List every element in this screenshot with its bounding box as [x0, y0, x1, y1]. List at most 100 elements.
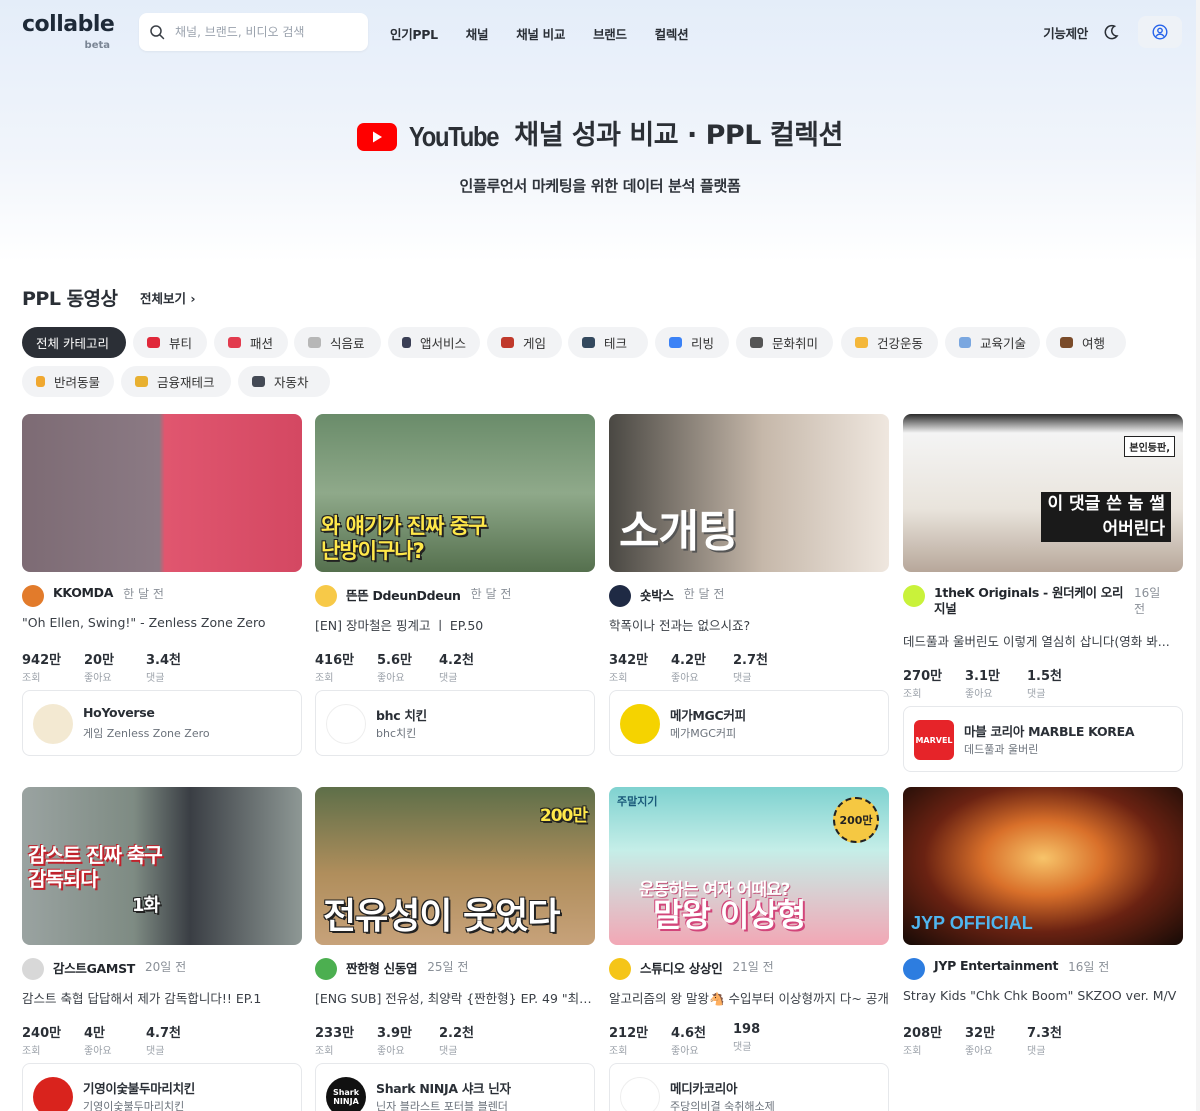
channel-name[interactable]: 감스트GAMST	[53, 958, 135, 977]
category-chip[interactable]: 금융재테크	[121, 366, 231, 397]
video-title[interactable]: 감스트 축협 답답해서 제가 감독합니다!! EP.1	[22, 988, 302, 1007]
stat-views: 416만 조회	[315, 649, 377, 684]
brand-logo	[620, 1077, 660, 1111]
video-thumbnail[interactable]: 감스트 진짜 축구 감독되다 1화	[22, 787, 302, 945]
likes-value: 5.6만	[377, 653, 412, 668]
category-label: 게임	[523, 336, 547, 351]
comments-value: 3.4천	[146, 653, 181, 668]
video-title[interactable]: 학폭이나 전과는 없으시죠?	[609, 615, 889, 634]
brand-card[interactable]: 기영이숯불두마리치킨 기영이숯불두마리치킨	[22, 1063, 302, 1111]
nav-brands[interactable]: 브랜드	[593, 24, 627, 43]
thumbnail-caption: JYP OFFICIAL	[911, 913, 1033, 933]
category-chip[interactable]: 앱서비스	[388, 327, 480, 358]
category-chip[interactable]: 뷰티	[133, 327, 207, 358]
video-stats: 942만 조회 20만 좋아요 3.4천 댓글	[22, 649, 208, 684]
video-thumbnail[interactable]: JYP OFFICIAL	[903, 787, 1183, 945]
category-icon	[582, 337, 595, 348]
video-thumbnail[interactable]: 주말지기 운동하는 여자 어때요? 말왕 이상형 200만	[609, 787, 889, 945]
views-label: 조회	[315, 1046, 334, 1057]
views-value: 342만	[609, 653, 649, 668]
category-chip[interactable]: 문화취미	[736, 327, 833, 358]
likes-value: 20만	[84, 653, 115, 668]
dark-mode-icon[interactable]	[1102, 23, 1120, 41]
stat-views: 208만 조회	[903, 1022, 965, 1057]
brand-logo: MARVEL	[914, 720, 954, 760]
search-input[interactable]	[175, 13, 360, 51]
stat-views: 233만 조회	[315, 1022, 377, 1057]
section-title: PPL 동영상	[22, 288, 118, 310]
brand-card[interactable]: bhc 치킨 bhc치킨	[315, 690, 595, 756]
video-title[interactable]: 데드풀과 울버린도 이렇게 열심히 삽니다(영화 봐...	[903, 631, 1183, 650]
stat-comments: 2.7천 댓글	[733, 649, 795, 684]
video-thumbnail[interactable]: 전유성이 웃었다 200만	[315, 787, 595, 945]
channel-avatar[interactable]	[22, 585, 44, 607]
nav-popular-ppl[interactable]: 인기PPL	[390, 24, 438, 43]
channel-avatar[interactable]	[315, 958, 337, 980]
views-value: 208만	[903, 1026, 943, 1041]
category-chip[interactable]: 리빙	[655, 327, 729, 358]
category-chip[interactable]: 반려동물	[22, 366, 114, 397]
thumbnail-badge: 200만	[833, 797, 879, 843]
category-chip[interactable]: 건강운동	[841, 327, 938, 358]
feature-suggest-link[interactable]: 기능제안	[1043, 23, 1088, 42]
search-icon	[150, 25, 165, 40]
nav-collections[interactable]: 컬렉션	[655, 24, 689, 43]
category-chip[interactable]: 식음료	[294, 327, 381, 358]
brand-card[interactable]: MARVEL 마블 코리아 MARBLE KOREA 데드풀과 울버린	[903, 706, 1183, 772]
brand-card[interactable]: 메가MGC커피 메가MGC커피	[609, 690, 889, 756]
category-label: 건강운동	[877, 336, 924, 351]
main-nav: 인기PPL 채널 채널 비교 브랜드 컬렉션	[390, 24, 716, 43]
nav-channel-compare[interactable]: 채널 비교	[516, 24, 565, 43]
views-label: 조회	[903, 689, 922, 700]
channel-avatar[interactable]	[609, 958, 631, 980]
channel-name[interactable]: 뜬뜬 DdeunDdeun	[346, 585, 461, 604]
brand-product: 게임 Zenless Zone Zero	[83, 727, 210, 740]
view-all-link[interactable]: 전체보기 ›	[140, 288, 196, 307]
brand-card[interactable]: HoYoverse 게임 Zenless Zone Zero	[22, 690, 302, 756]
category-chip[interactable]: 패션	[214, 327, 288, 358]
stat-likes: 4만 좋아요	[84, 1022, 146, 1057]
category-chip[interactable]: 여행	[1046, 327, 1126, 358]
video-thumbnail[interactable]: 소개팅	[609, 414, 889, 572]
video-thumbnail[interactable]: 본인등판, 이 댓글 쓴 놈 썰어버린다	[903, 414, 1183, 572]
stat-likes: 3.9만 좋아요	[377, 1022, 439, 1057]
video-stats: 212만 조회 4.6천 좋아요 198 댓글	[609, 1022, 795, 1057]
channel-name[interactable]: 1theK Originals - 원더케이 오리지널	[934, 585, 1124, 617]
video-thumbnail[interactable]: 와 얘기가 진짜 중구난방이구나?	[315, 414, 595, 572]
channel-name[interactable]: 짠한형 신동엽	[346, 958, 418, 977]
channel-avatar[interactable]	[609, 585, 631, 607]
channel-avatar[interactable]	[22, 958, 44, 980]
video-title[interactable]: [EN] 장마철은 핑계고 ㅣ EP.50	[315, 615, 595, 634]
video-title[interactable]: [ENG SUB] 전유성, 최양락 {짠한형} EP. 49 "최고의 웃음.…	[315, 988, 595, 1007]
brand-product: 메가MGC커피	[670, 727, 737, 740]
category-chip[interactable]: 교육기술	[945, 327, 1040, 358]
brand-card[interactable]: Shark NINJA Shark NINJA 샤크 닌자 닌자 블라스트 포터블 …	[315, 1063, 595, 1111]
likes-label: 좋아요	[965, 689, 993, 700]
channel-avatar[interactable]	[903, 585, 925, 607]
channel-name[interactable]: 스튜디오 상상인	[640, 958, 723, 977]
logo[interactable]: collable beta	[22, 12, 118, 56]
video-title[interactable]: "Oh Ellen, Swing!" - Zenless Zone Zero	[22, 615, 302, 630]
account-button[interactable]	[1138, 16, 1182, 48]
channel-avatar[interactable]	[315, 585, 337, 607]
channel-name[interactable]: 숏박스	[640, 585, 674, 604]
channel-avatar[interactable]	[903, 958, 925, 980]
channel-name[interactable]: JYP Entertainment	[934, 958, 1058, 973]
category-label: 뷰티	[169, 336, 193, 351]
thumbnail-caption: 전유성이 웃었다	[323, 896, 560, 937]
channel-name[interactable]: KKOMDA	[53, 585, 113, 600]
category-chip[interactable]: 자동차	[238, 366, 330, 397]
video-title[interactable]: Stray Kids "Chk Chk Boom" SKZOO ver. M/V	[903, 988, 1183, 1003]
category-chip[interactable]: 게임	[487, 327, 562, 358]
stat-views: 270만 조회	[903, 665, 965, 700]
video-thumbnail[interactable]	[22, 414, 302, 572]
category-chip[interactable]: 테크	[568, 327, 648, 358]
category-chip[interactable]: 전체 카테고리	[22, 327, 126, 358]
video-title[interactable]: 알고리즘의 왕 말왕🐴 수입부터 이상형까지 다~ 공개	[609, 988, 889, 1007]
logo-text: collable	[22, 12, 115, 37]
nav-channels[interactable]: 채널	[466, 24, 489, 43]
category-label: 여행	[1082, 336, 1106, 351]
category-label: 금융재테크	[157, 375, 215, 390]
brand-card[interactable]: 메디카코리아 주당의비결 숙취해소제	[609, 1063, 889, 1111]
published-time: 한 달 전	[683, 587, 725, 601]
